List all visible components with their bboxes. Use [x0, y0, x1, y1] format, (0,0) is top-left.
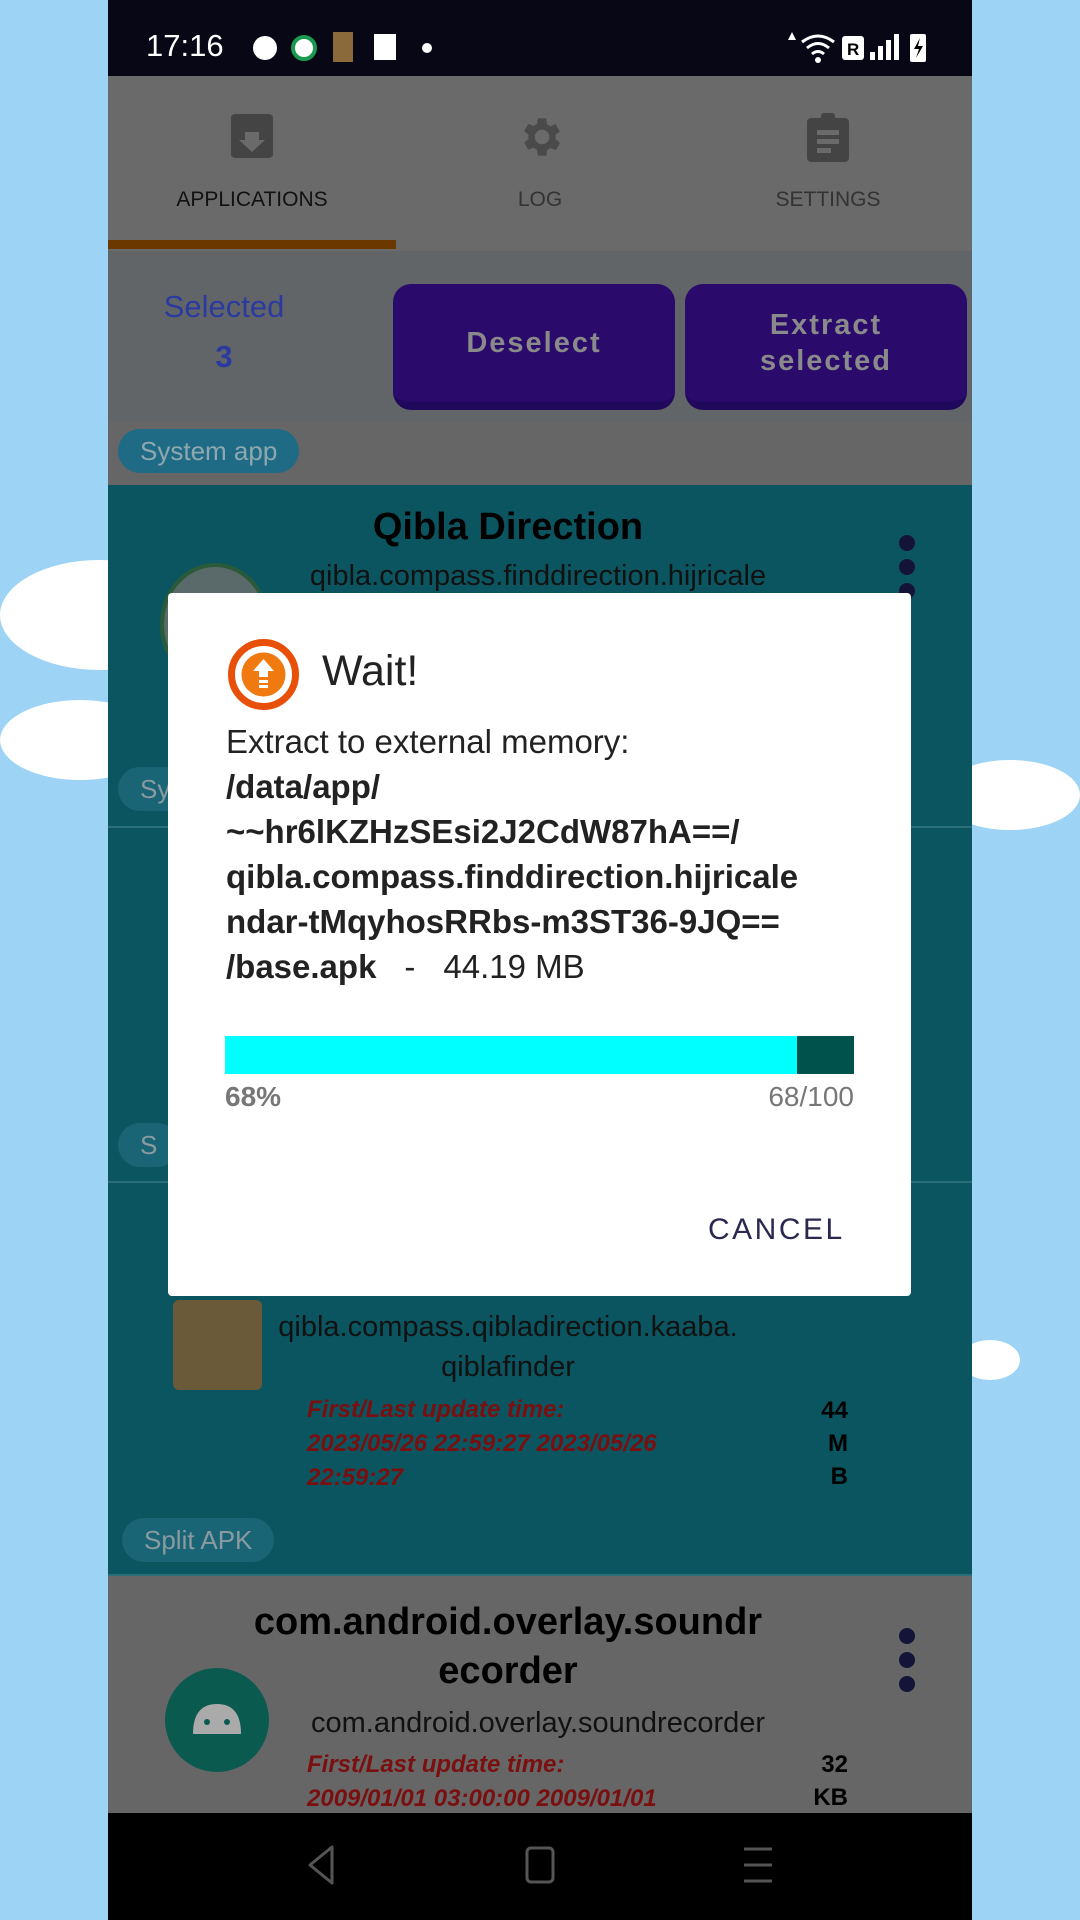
home-icon[interactable]	[524, 1845, 556, 1885]
selected-count: 3	[215, 339, 233, 374]
app-size: 44 M B	[798, 1394, 848, 1493]
notification-icon	[253, 36, 277, 60]
split-apk-chip: Split APK	[122, 1518, 275, 1562]
recents-menu-icon[interactable]	[740, 1845, 776, 1885]
update-times: First/Last update time: 2023/05/26 22:59:…	[307, 1393, 727, 1495]
tab-label: LOG	[517, 188, 563, 211]
tab-bar: APPLICATIONS LOG SETTINGS	[108, 76, 972, 251]
size-line: KB	[813, 1784, 848, 1811]
progress-percent: 68%	[225, 1081, 282, 1112]
clipboard-icon	[807, 113, 849, 162]
dialog-title: Wait!	[322, 647, 419, 695]
tab-settings[interactable]: SETTINGS	[684, 76, 972, 251]
tab-label: APPLICATIONS	[176, 188, 328, 211]
gear-icon	[524, 118, 560, 156]
button-label: Deselect	[466, 327, 602, 359]
path-last-line: /base.apk -44.19 MB	[226, 944, 585, 989]
tab-label: SETTINGS	[775, 188, 881, 211]
extract-selected-button[interactable]: Extract selected	[685, 284, 967, 410]
title-line: com.android.overlay.soundr	[253, 1601, 763, 1643]
archive-download-icon	[231, 114, 273, 158]
size-line: 32	[821, 1751, 848, 1778]
size-line: 44	[821, 1397, 848, 1424]
path-line: ndar-tMqyhosRRbs-m3ST36-9JQ==	[226, 903, 780, 940]
orange-upload-icon	[228, 639, 299, 710]
kaaba-notification-icon	[333, 32, 353, 62]
navigation-bar	[108, 1813, 972, 1920]
system-app-chip: System app	[118, 429, 300, 473]
status-bar: 17:16 R	[108, 0, 972, 76]
progress-bar	[225, 1036, 854, 1074]
path-line: ~~hr6lKZHzSEsi2J2CdW87hA==/	[226, 813, 740, 850]
app-package: com.android.overlay.soundrecorder	[310, 1707, 766, 1739]
dot-icon	[422, 43, 432, 53]
app-notification-icon	[374, 34, 396, 60]
size-line: B	[830, 1463, 848, 1490]
dates-line: 2009/01/01 03:00:00 2009/01/01	[307, 1785, 657, 1812]
title-line: ecorder	[438, 1650, 578, 1692]
progress-count: 68/100	[768, 1081, 854, 1112]
app-package: qibla.compass.finddirection.hijricale	[309, 560, 767, 592]
path-line: /data/app/	[226, 768, 381, 805]
selected-label: Selected	[163, 289, 285, 324]
app-row-sound-recorder[interactable]: com.android.overlay.soundr ecorder com.an…	[108, 1576, 972, 1813]
extract-progress-dialog: Wait! Extract to external memory: /data/…	[168, 593, 911, 1296]
button-label: Extract selected	[759, 309, 893, 377]
package-line: qiblafinder	[441, 1351, 575, 1383]
file-size: 44.19 MB	[443, 948, 585, 985]
path-file: /base.apk	[226, 948, 377, 985]
size-line: M	[828, 1430, 848, 1457]
tab-applications[interactable]: APPLICATIONS	[108, 76, 396, 251]
deselect-button[interactable]: Deselect	[393, 284, 675, 410]
separator: -	[404, 948, 416, 985]
dates-line: First/Last update time:	[307, 1396, 565, 1423]
phone-screen: 17:16 R APPLICATIONS LOG SETTINGS Select…	[108, 0, 972, 1920]
back-icon[interactable]	[304, 1843, 338, 1887]
path-line: qibla.compass.finddirection.hijricale	[226, 858, 799, 895]
active-tab-indicator	[108, 240, 396, 249]
cancel-button[interactable]: CANCEL	[708, 1213, 845, 1247]
dates-line: 2023/05/26 22:59:27 2023/05/26	[307, 1430, 657, 1457]
package-line: qibla.compass.qibladirection.kaaba.	[278, 1311, 738, 1343]
app-package: qibla.compass.qibladirection.kaaba. qibla…	[238, 1307, 778, 1387]
app-title: Qibla Direction	[372, 506, 644, 548]
svg-text:R: R	[847, 40, 859, 59]
more-options-icon[interactable]	[899, 1628, 915, 1700]
clock: 17:16	[146, 28, 224, 63]
app-title: com.android.overlay.soundr ecorder	[238, 1598, 778, 1696]
app-size: 32 KB	[798, 1748, 848, 1814]
dates-line: 22:59:27	[307, 1464, 404, 1491]
update-times: First/Last update time: 2009/01/01 03:00:…	[307, 1748, 727, 1816]
progress-fill	[225, 1036, 798, 1074]
dates-line: First/Last update time:	[307, 1751, 565, 1778]
app-notification-icon	[291, 35, 317, 61]
tab-log[interactable]: LOG	[396, 76, 684, 251]
dialog-message: Extract to external memory:	[226, 723, 630, 760]
system-status-icons: R	[788, 32, 926, 63]
